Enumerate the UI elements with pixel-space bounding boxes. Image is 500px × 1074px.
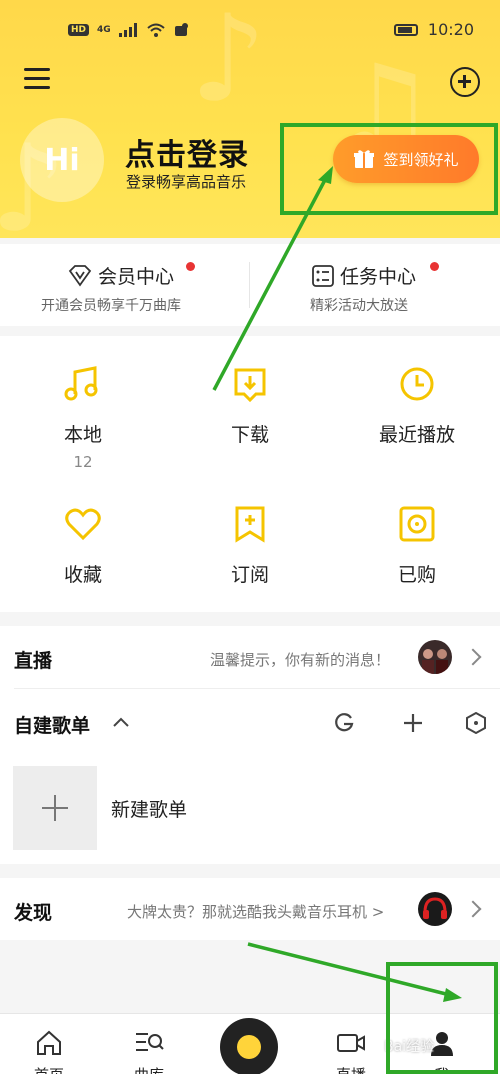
network-label: 4G: [97, 25, 111, 35]
member-center-subtitle: 开通会员畅享千万曲库: [41, 298, 181, 314]
grid-label: 下载: [230, 424, 269, 446]
clock-icon: [400, 367, 434, 401]
discover-title: 发现: [14, 902, 53, 924]
settings-hex-icon[interactable]: [466, 712, 486, 734]
tab-home[interactable]: 首页: [9, 1014, 89, 1074]
battery-icon: [393, 23, 418, 36]
heart-icon: [65, 508, 101, 541]
tab-label: 直播: [311, 1064, 391, 1074]
my-music-grid: 本地 12 下载 最近播放 收藏 订阅 已购: [0, 336, 500, 612]
status-bar: HD 4G 10:20: [0, 0, 500, 62]
task-list-icon: [312, 264, 334, 287]
playlist-title[interactable]: 自建歌单: [14, 711, 90, 738]
member-task-row: 会员中心 开通会员畅享千万曲库 任务中心 精彩活动大放送: [0, 244, 500, 326]
hd-badge: HD: [68, 24, 90, 36]
now-playing-disc[interactable]: [220, 1018, 278, 1074]
menu-icon[interactable]: [24, 68, 50, 94]
task-center-card[interactable]: 任务中心 精彩活动大放送: [250, 244, 500, 326]
discover-hint: 大牌太贵？那就选酷我头戴音乐耳机 >: [127, 903, 385, 921]
grid-item-download[interactable]: 下载: [167, 364, 333, 447]
divider: [14, 688, 500, 689]
app-notification-icon: [174, 23, 188, 36]
grid-count: 12: [73, 453, 93, 471]
tab-label: 曲库: [109, 1064, 189, 1074]
tab-label: 首页: [9, 1064, 89, 1074]
download-icon: [234, 368, 266, 403]
grid-item-local[interactable]: 本地 12: [0, 364, 166, 471]
login-subtitle: 登录畅享高品音乐: [126, 173, 247, 191]
new-playlist-button[interactable]: [13, 766, 97, 850]
signal-icon: [118, 23, 137, 37]
chevron-up-icon[interactable]: [112, 716, 130, 728]
home-icon: [37, 1030, 61, 1055]
grid-item-subscribe[interactable]: 订阅: [167, 504, 333, 587]
grid-item-purchased[interactable]: 已购: [334, 504, 500, 587]
music-note-icon: [64, 366, 98, 401]
highlight-box-me-tab: [386, 962, 498, 1074]
login-title[interactable]: 点击登录: [125, 130, 249, 174]
notification-dot: [186, 262, 195, 271]
wifi-icon: [147, 23, 165, 37]
library-icon: [136, 1033, 164, 1051]
member-center-card[interactable]: 会员中心 开通会员畅享千万曲库: [0, 244, 250, 326]
grid-item-favorites[interactable]: 收藏: [0, 504, 166, 587]
task-center-subtitle: 精彩活动大放送: [310, 298, 408, 314]
live-camera-icon: [337, 1034, 365, 1052]
chevron-right-icon: [464, 648, 482, 666]
add-icon[interactable]: [402, 712, 424, 734]
status-time: 10:20: [427, 20, 474, 39]
discover-row[interactable]: 发现 大牌太贵？那就选酷我头戴音乐耳机 >: [0, 878, 500, 940]
live-title: 直播: [14, 650, 53, 672]
headphone-thumbnail: [418, 892, 452, 926]
grid-label: 已购: [397, 564, 436, 586]
notification-dot: [430, 262, 439, 271]
new-playlist-label[interactable]: 新建歌单: [111, 795, 187, 822]
vip-diamond-icon: [68, 264, 92, 287]
live-avatar: [418, 640, 452, 674]
grid-label: 订阅: [230, 564, 269, 586]
g-icon[interactable]: [333, 712, 355, 734]
member-center-title: 会员中心: [98, 266, 175, 288]
highlight-box-checkin: [280, 123, 498, 215]
subscribe-icon: [235, 506, 265, 543]
task-center-title: 任务中心: [340, 266, 417, 288]
plus-circle-icon[interactable]: [450, 67, 480, 97]
tab-library[interactable]: 曲库: [109, 1014, 189, 1074]
live-row[interactable]: 直播 温馨提示，你有新的消息！: [0, 626, 500, 688]
chevron-right-icon: [464, 900, 482, 918]
grid-label: 本地: [63, 424, 102, 446]
live-hint: 温馨提示，你有新的消息！: [210, 651, 391, 669]
grid-label: 收藏: [63, 564, 102, 586]
avatar[interactable]: Hi: [20, 118, 104, 202]
tab-live[interactable]: 直播: [311, 1014, 391, 1074]
purchased-icon: [399, 506, 435, 542]
grid-item-recent[interactable]: 最近播放: [334, 364, 500, 447]
grid-label: 最近播放: [378, 424, 455, 446]
